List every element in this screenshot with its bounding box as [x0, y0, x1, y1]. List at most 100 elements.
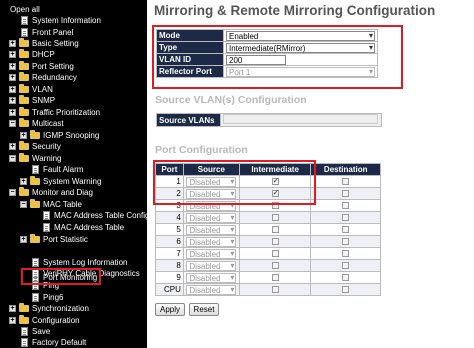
page-icon [43, 211, 50, 220]
expand-icon[interactable]: + [20, 132, 27, 139]
collapse-icon[interactable]: − [9, 155, 16, 162]
sidebar-item-label: Port Statistic [43, 235, 88, 244]
destination-checkbox[interactable] [342, 262, 350, 270]
destination-column-header: Destination [310, 163, 381, 176]
apply-button[interactable]: Apply [155, 303, 185, 316]
folder-icon [30, 130, 40, 139]
expand-icon[interactable]: + [9, 86, 16, 93]
sidebar-item-label: Configuration [32, 316, 80, 325]
sidebar-item-label: MAC Address Table Config [54, 211, 147, 220]
expand-icon[interactable]: + [9, 97, 16, 104]
page-icon [32, 258, 39, 267]
sidebar-item-label: Warning [32, 154, 62, 163]
ports-highlight-box [153, 160, 316, 205]
intermediate-checkbox[interactable] [271, 238, 279, 246]
port-number: 7 [155, 247, 184, 260]
sidebar-item-label: Factory Default [32, 338, 87, 347]
source-vlans-input[interactable] [223, 114, 378, 124]
folder-open-icon [19, 153, 29, 162]
destination-checkbox[interactable] [342, 286, 350, 294]
sidebar-item-label: Port Setting [32, 62, 74, 71]
destination-checkbox[interactable] [342, 202, 350, 210]
source-select[interactable]: Disabled [186, 272, 237, 283]
table-row: 6 Disabled [155, 235, 381, 248]
collapse-icon[interactable]: − [9, 120, 16, 127]
destination-checkbox[interactable] [342, 226, 350, 234]
expand-icon[interactable]: + [9, 317, 16, 324]
page-icon [21, 327, 28, 336]
expand-icon[interactable]: + [9, 109, 16, 116]
destination-checkbox[interactable] [342, 274, 350, 282]
expand-icon[interactable]: + [9, 305, 16, 312]
table-row: 5 Disabled [155, 223, 381, 236]
sidebar-nav: Open all System Information Front Panel … [0, 0, 147, 348]
folder-icon [19, 95, 29, 104]
intermediate-checkbox[interactable] [271, 274, 279, 282]
source-select[interactable]: Disabled [186, 260, 237, 271]
port-config-section-title: Port Configuration [155, 144, 248, 156]
source-select[interactable]: Disabled [186, 236, 237, 247]
source-select[interactable]: Disabled [186, 212, 237, 223]
sidebar-item-label: Security [32, 142, 61, 151]
intermediate-checkbox[interactable] [271, 250, 279, 258]
sidebar-item-label: Fault Alarm [43, 165, 84, 174]
sidebar-highlight-box [21, 268, 101, 285]
intermediate-checkbox[interactable] [271, 226, 279, 234]
expand-icon[interactable]: + [20, 178, 27, 185]
page-icon [43, 223, 50, 232]
page-icon [32, 293, 39, 302]
sidebar-item-label: MAC Address Table [54, 223, 125, 232]
table-row: 8 Disabled [155, 259, 381, 272]
expand-icon[interactable]: + [20, 236, 27, 243]
folder-icon [19, 107, 29, 116]
collapse-icon[interactable]: − [9, 189, 16, 196]
expand-icon[interactable]: + [9, 143, 16, 150]
expand-icon[interactable]: + [9, 63, 16, 70]
intermediate-checkbox[interactable] [271, 214, 279, 222]
source-select[interactable]: Disabled [186, 224, 237, 235]
sidebar-item-label: Basic Setting [32, 39, 79, 48]
sidebar-item-label: Synchronization [32, 304, 89, 313]
folder-icon [19, 84, 29, 93]
sidebar-item-label: SNMP [32, 96, 56, 105]
folder-open-icon [30, 199, 40, 208]
folder-open-icon [19, 187, 29, 196]
folder-open-icon [19, 118, 29, 127]
destination-checkbox[interactable] [342, 214, 350, 222]
source-select[interactable]: Disabled [186, 248, 237, 259]
expand-icon[interactable]: + [9, 40, 16, 47]
reset-button[interactable]: Reset [189, 303, 219, 316]
table-row: 4 Disabled [155, 211, 381, 224]
config-highlight-box [152, 25, 403, 89]
port-number: 4 [155, 211, 184, 224]
intermediate-checkbox[interactable] [271, 286, 279, 294]
expand-icon[interactable]: + [9, 74, 16, 81]
page-icon [32, 165, 39, 174]
port-number: 8 [155, 259, 184, 272]
folder-icon [19, 303, 29, 312]
folder-icon [19, 141, 29, 150]
page-title: Mirroring & Remote Mirroring Configurati… [154, 3, 436, 18]
folder-icon [19, 38, 29, 47]
sidebar-item-label: Save [32, 327, 51, 336]
destination-checkbox[interactable] [342, 190, 350, 198]
destination-checkbox[interactable] [342, 250, 350, 258]
destination-checkbox[interactable] [342, 178, 350, 186]
source-select[interactable]: Disabled [186, 284, 237, 295]
port-number: CPU [155, 283, 184, 296]
destination-checkbox[interactable] [342, 238, 350, 246]
expand-icon[interactable]: + [9, 51, 16, 58]
table-row: 9 Disabled [155, 271, 381, 284]
sidebar-item-label: Ping6 [43, 293, 64, 302]
folder-icon [19, 61, 29, 70]
intermediate-checkbox[interactable] [271, 262, 279, 270]
source-vlans-label: Source VLANs [156, 113, 221, 127]
port-number: 5 [155, 223, 184, 236]
source-vlan-table: Source VLANs [156, 113, 382, 127]
sidebar-item-label: System Information [32, 16, 101, 25]
sidebar-item-label: VLAN [32, 85, 53, 94]
folder-icon [19, 72, 29, 81]
collapse-icon[interactable]: − [20, 201, 27, 208]
folder-icon [30, 234, 40, 243]
sidebar-item-label: MAC Table [43, 200, 82, 209]
